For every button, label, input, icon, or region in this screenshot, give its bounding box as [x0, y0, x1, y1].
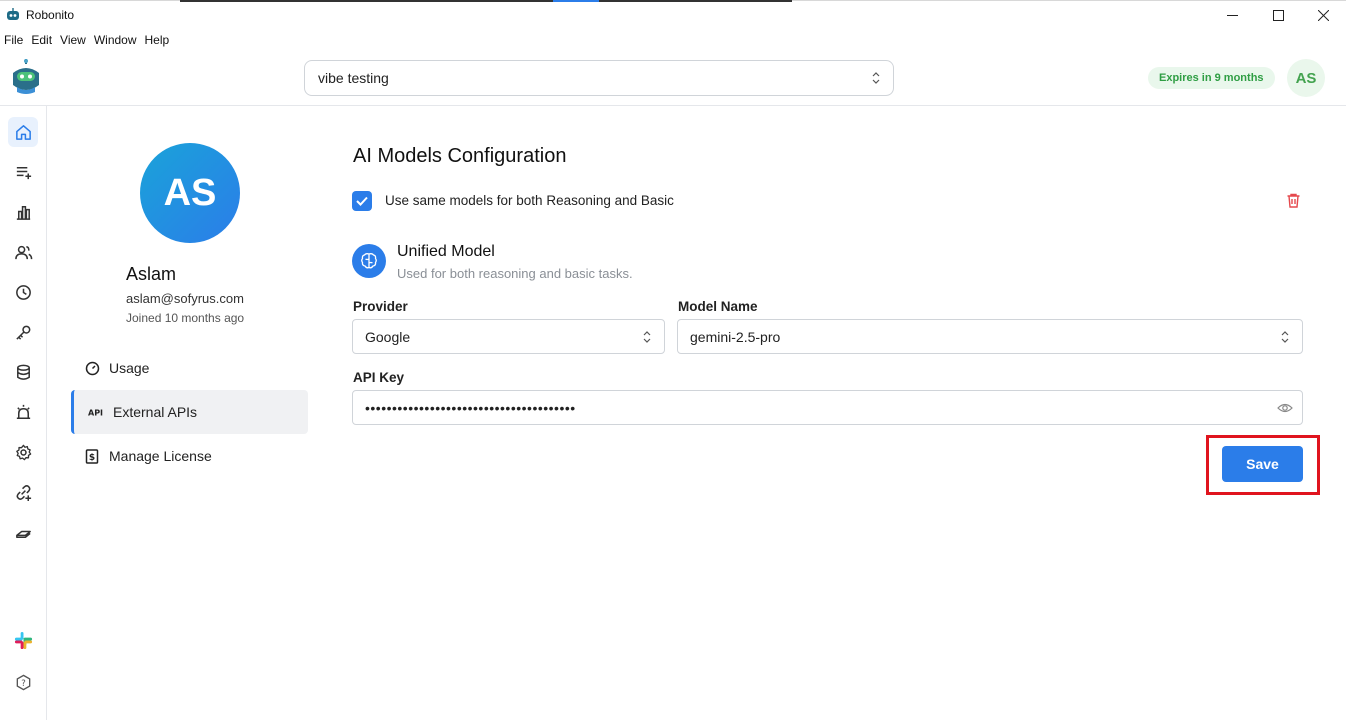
same-models-checkbox-label[interactable]: Use same models for both Reasoning and B… [385, 193, 674, 208]
rail-environments[interactable] [8, 517, 38, 547]
model-section-subtitle: Used for both reasoning and basic tasks. [397, 266, 633, 281]
titlebar-top-strip-accent [553, 0, 599, 2]
svg-text:$: $ [89, 453, 95, 463]
minimize-button[interactable] [1209, 0, 1255, 30]
save-button-highlight [1206, 435, 1320, 495]
svg-text:?: ? [21, 678, 26, 688]
nav-external-apis-label: External APIs [113, 404, 198, 420]
close-icon [1317, 9, 1329, 21]
nav-external-apis[interactable]: API External APIs [71, 390, 308, 434]
license-expiry-badge: Expires in 9 months [1148, 67, 1275, 89]
profile-joined-date: Joined 10 months ago [126, 311, 245, 325]
gauge-icon [84, 360, 100, 376]
project-select-value: vibe testing [318, 70, 389, 86]
model-name-label: Model Name [678, 299, 758, 314]
maximize-button[interactable] [1255, 0, 1301, 30]
model-section-title: Unified Model [397, 243, 495, 260]
rail-integrations[interactable] [8, 477, 38, 507]
profile-avatar: AS [140, 143, 240, 243]
window-titlebar: Robonito [0, 0, 1346, 30]
menu-file[interactable]: File [0, 31, 27, 51]
rail-home[interactable] [8, 117, 38, 147]
users-icon [14, 245, 32, 259]
layers-icon [15, 530, 31, 538]
rail-reports[interactable] [8, 197, 38, 227]
bar-chart-icon [16, 205, 30, 220]
titlebar-top-strip [180, 0, 792, 2]
page-title: AI Models Configuration [353, 145, 567, 167]
menu-bar: File Edit View Window Help [0, 31, 173, 51]
api-icon: API [88, 404, 104, 420]
link-add-icon [16, 484, 31, 501]
model-name-select-value: gemini-2.5-pro [690, 328, 781, 345]
robonito-app-icon [7, 8, 19, 20]
rail-alerts[interactable] [8, 397, 38, 427]
checkmark-icon [356, 196, 368, 206]
api-key-masked-value: ••••••••••••••••••••••••••••••••••••••• [365, 399, 576, 416]
brain-icon [352, 244, 386, 278]
nav-usage[interactable]: Usage [71, 346, 308, 390]
close-window-button[interactable] [1300, 0, 1346, 30]
list-add-icon [16, 166, 31, 179]
menu-help[interactable]: Help [141, 31, 174, 51]
rail-settings[interactable] [8, 437, 38, 467]
home-icon [15, 124, 31, 140]
rail-data[interactable] [8, 357, 38, 387]
rail-keys[interactable] [8, 317, 38, 347]
maximize-icon [1272, 9, 1284, 21]
robonito-logo[interactable] [9, 59, 43, 95]
chevron-up-down-icon [1281, 331, 1289, 343]
api-key-label: API Key [353, 370, 405, 385]
svg-text:API: API [88, 409, 103, 418]
rail-test-cases[interactable] [8, 157, 38, 187]
eye-icon[interactable] [1277, 401, 1293, 415]
chevron-up-down-icon [872, 72, 880, 84]
app-header: vibe testing Expires in 9 months AS [0, 52, 1346, 106]
provider-label: Provider [353, 299, 408, 314]
menu-window[interactable]: Window [90, 31, 141, 51]
left-rail: ? [0, 106, 47, 720]
profile-email: aslam@sofyrus.com [126, 291, 244, 306]
rail-history[interactable] [8, 277, 38, 307]
menu-edit[interactable]: Edit [27, 31, 56, 51]
rail-help[interactable]: ? [8, 667, 38, 697]
rail-users[interactable] [8, 237, 38, 267]
trash-icon[interactable] [1285, 192, 1302, 209]
nav-manage-license[interactable]: $ Manage License [71, 434, 308, 478]
user-avatar[interactable]: AS [1287, 59, 1325, 97]
alarm-icon [16, 404, 30, 419]
slack-icon [14, 631, 32, 649]
same-models-checkbox[interactable] [352, 191, 372, 211]
profile-name: Aslam [126, 264, 177, 284]
api-key-input[interactable]: ••••••••••••••••••••••••••••••••••••••• [352, 390, 1303, 425]
nav-manage-license-label: Manage License [109, 448, 212, 464]
model-name-select[interactable]: gemini-2.5-pro [677, 319, 1303, 354]
database-icon [16, 364, 30, 380]
provider-select[interactable]: Google [352, 319, 665, 354]
help-hexagon-icon: ? [16, 674, 30, 690]
minimize-icon [1226, 14, 1238, 16]
window-title: Robonito [26, 8, 75, 22]
settings-icon [15, 444, 31, 460]
provider-select-value: Google [365, 328, 411, 345]
chevron-up-down-icon [643, 331, 651, 343]
license-icon: $ [84, 448, 100, 464]
key-icon [15, 325, 30, 340]
nav-usage-label: Usage [109, 360, 150, 376]
rail-slack[interactable] [8, 625, 38, 655]
project-select[interactable]: vibe testing [304, 60, 894, 96]
clock-icon [15, 284, 31, 300]
menu-view[interactable]: View [56, 31, 90, 51]
